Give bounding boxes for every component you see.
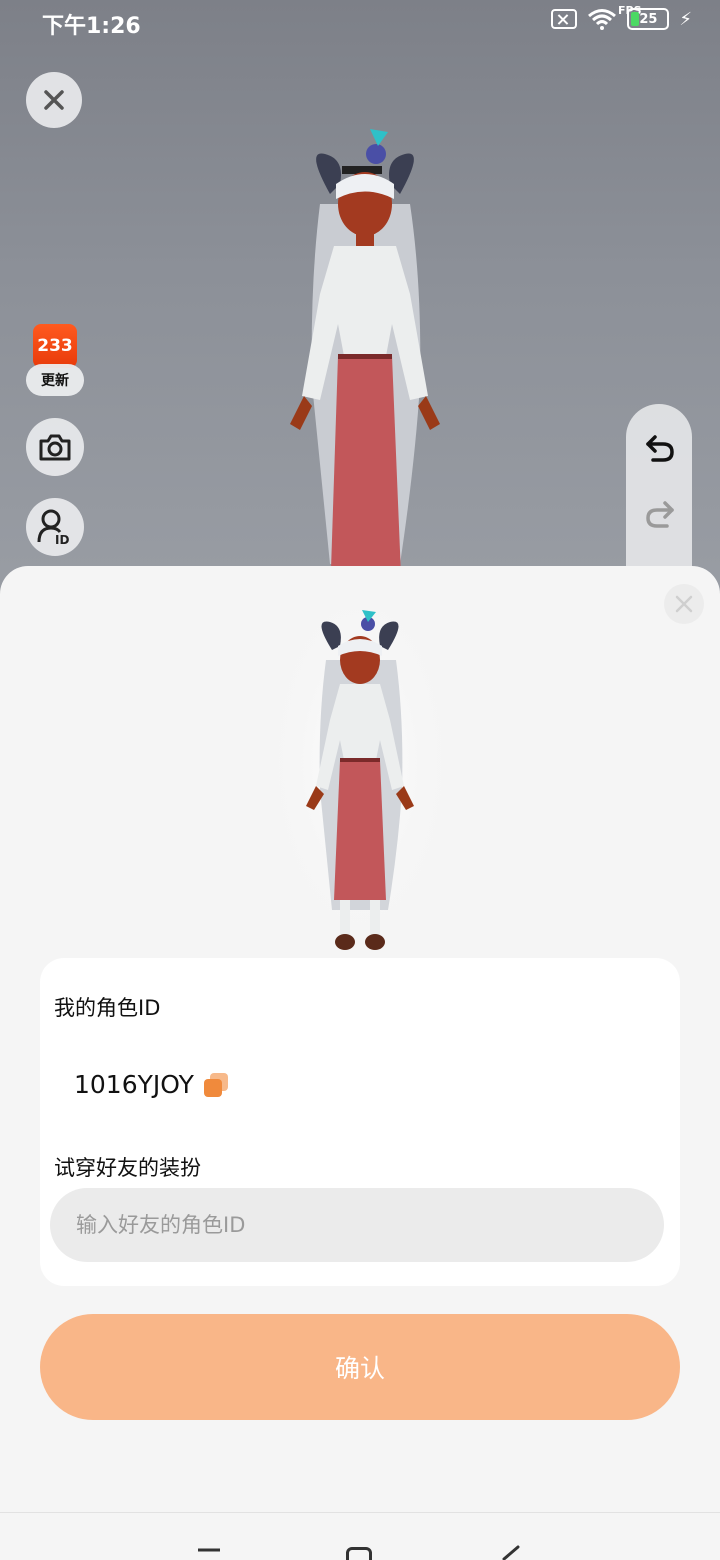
charging-icon: ⚡ [679, 8, 692, 30]
try-on-sheet: 我的角色ID 1016YJOY 试穿好友的装扮 确认 [0, 566, 720, 1560]
battery-icon: 25 [627, 8, 670, 30]
avatar-preview [270, 610, 450, 955]
my-id-label: 我的角色ID [54, 996, 161, 1020]
copy-icon[interactable] [203, 1072, 228, 1097]
app-update-badge[interactable]: 233 更新 [26, 324, 84, 396]
undo-icon [646, 435, 674, 462]
status-icons: 25 ⚡ [551, 8, 692, 30]
home-icon[interactable] [346, 1547, 372, 1560]
status-bar: 下午1:26 FPS 25 ⚡ [0, 0, 720, 44]
system-nav-bar [0, 1512, 720, 1560]
sheet-close-button[interactable] [664, 584, 704, 624]
close-icon [44, 90, 64, 110]
app-logo: 233 [33, 324, 77, 368]
try-on-label: 试穿好友的装扮 [54, 1156, 201, 1180]
wifi-icon [588, 9, 617, 30]
role-id-card: 我的角色ID 1016YJOY 试穿好友的装扮 [40, 958, 680, 1286]
back-icon[interactable] [498, 1545, 522, 1560]
confirm-button[interactable]: 确认 [40, 1314, 680, 1420]
redo-button[interactable] [645, 500, 675, 532]
user-id-icon: ID [37, 509, 69, 546]
battery-level: 25 [639, 11, 658, 27]
avatar-id-button[interactable]: ID [26, 498, 84, 556]
status-time: 下午1:26 [42, 14, 141, 39]
close-icon [675, 595, 693, 613]
avatar-editor-scene[interactable]: 下午1:26 FPS 25 ⚡ 233 更新 ID [0, 0, 720, 600]
close-editor-button[interactable] [26, 72, 82, 128]
friend-id-input[interactable] [50, 1188, 664, 1262]
no-sim-icon [551, 9, 578, 29]
my-id-row: 1016YJOY [74, 1070, 228, 1099]
camera-button[interactable] [26, 418, 84, 476]
avatar-character[interactable] [250, 124, 480, 600]
menu-icon[interactable] [196, 1547, 222, 1560]
redo-icon [646, 501, 674, 528]
undo-button[interactable] [645, 434, 675, 466]
svg-text:ID: ID [55, 533, 69, 546]
app-update-label: 更新 [26, 364, 84, 396]
camera-icon [39, 434, 71, 461]
my-id-value: 1016YJOY [74, 1070, 194, 1099]
